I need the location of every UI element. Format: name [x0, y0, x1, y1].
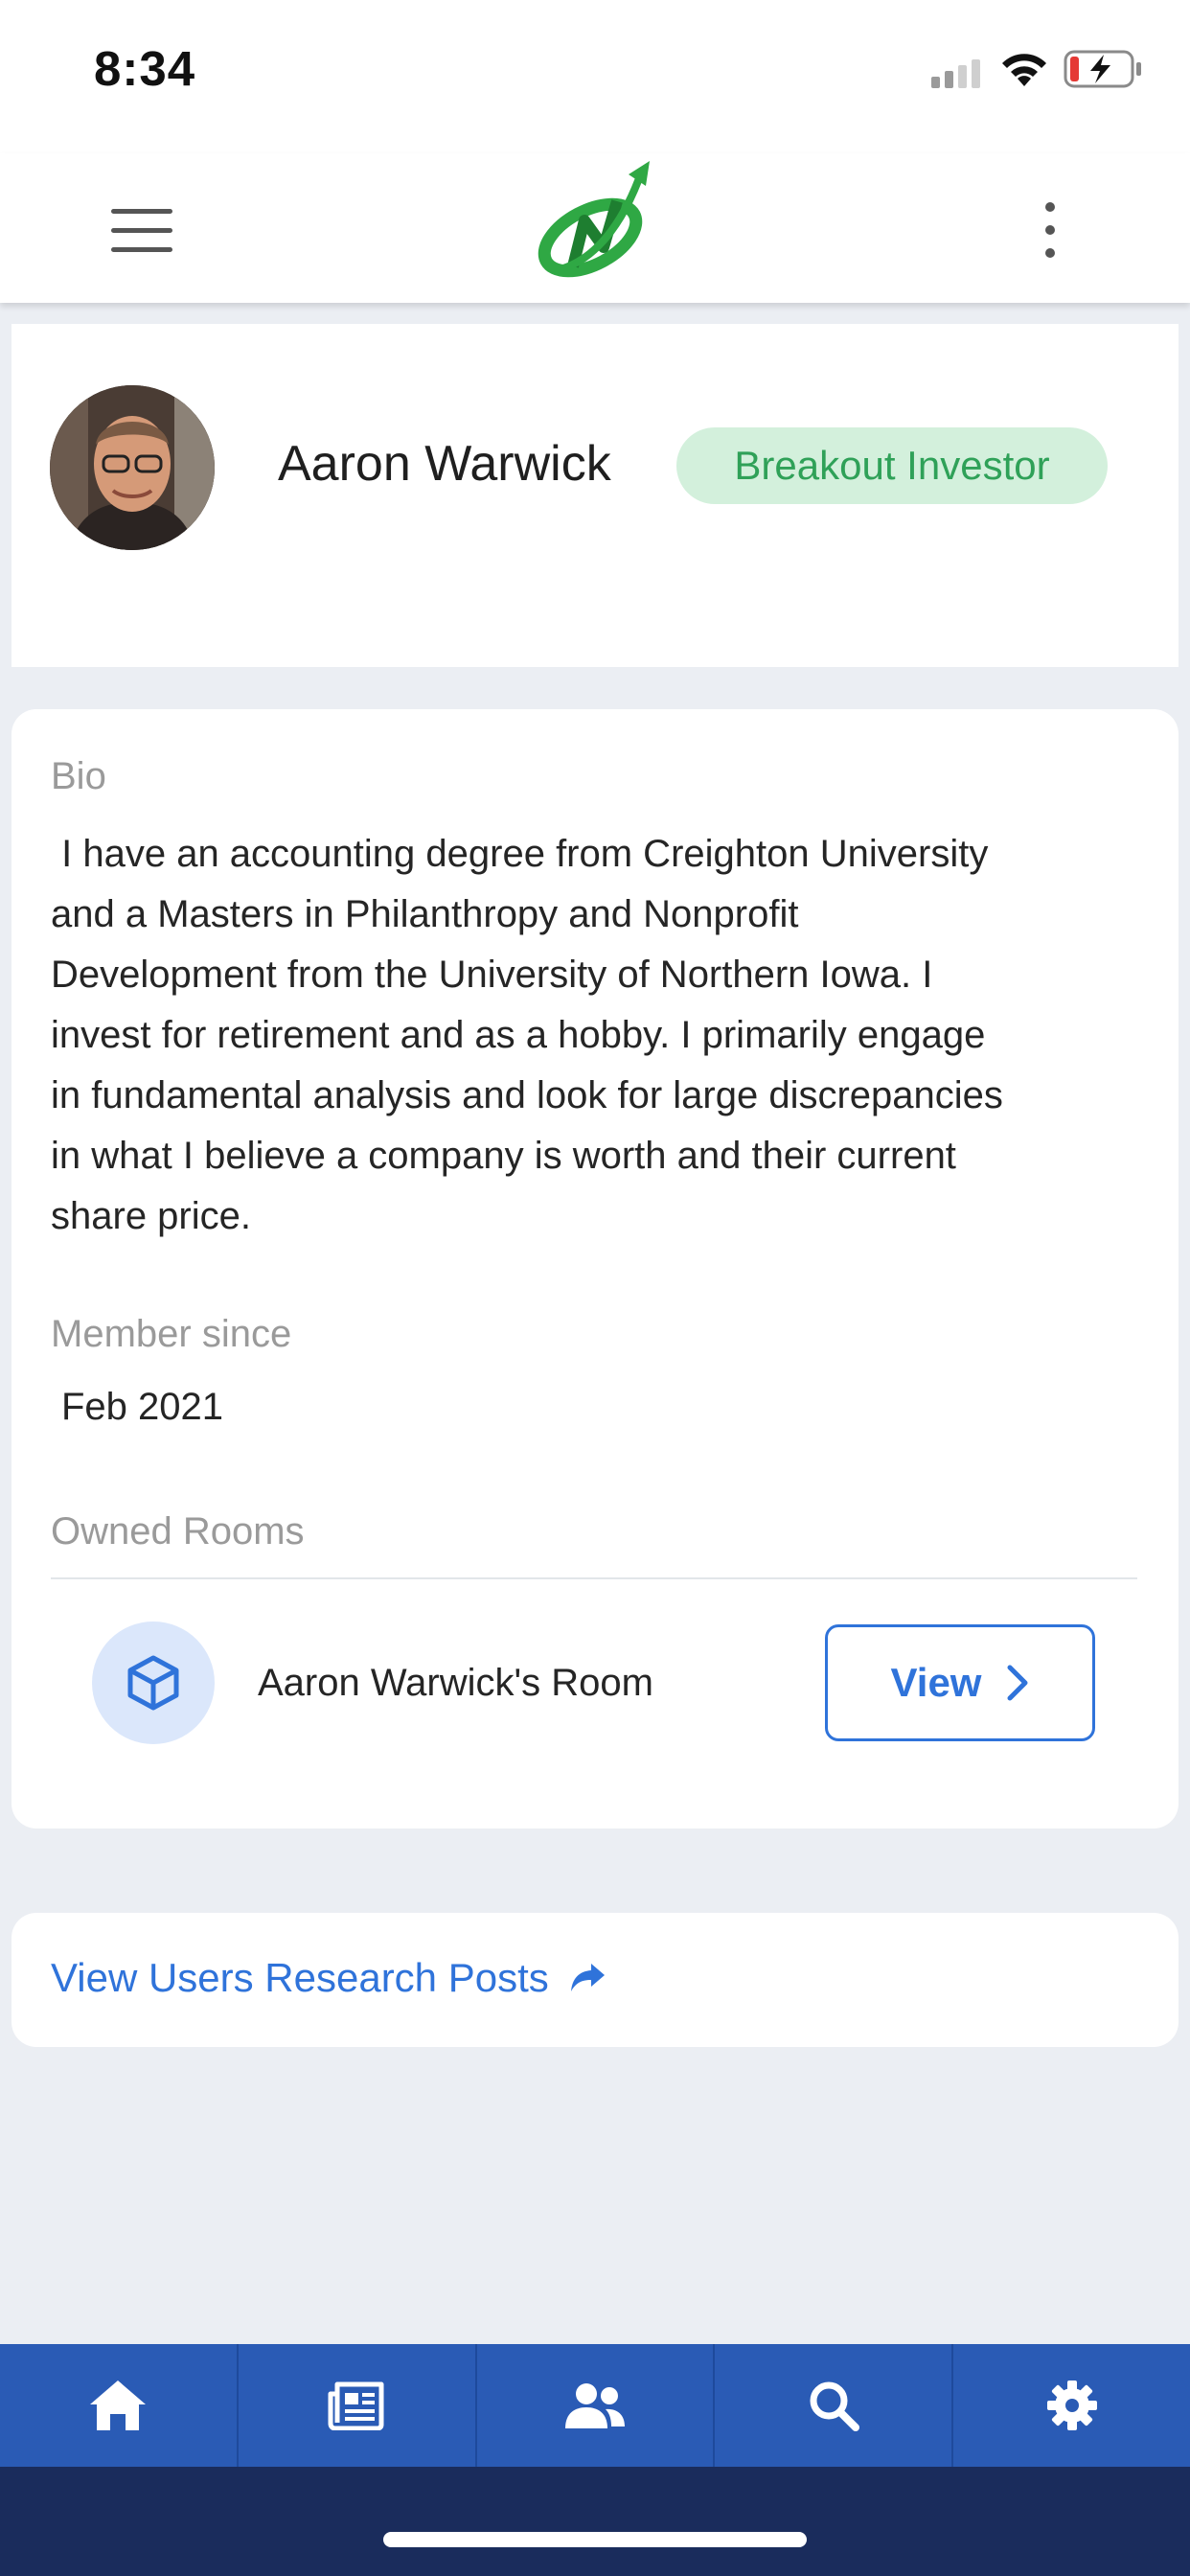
app-logo [538, 161, 650, 278]
bio-text: I have an accounting degree from Creight… [51, 833, 1003, 1237]
owned-rooms-label: Owned Rooms [51, 1510, 305, 1552]
profile-header-card: Aaron Warwick Breakout Investor [11, 324, 1179, 667]
member-since-label: Member since [51, 1313, 292, 1355]
status-time: 8:34 [94, 41, 196, 96]
divider [51, 1577, 1137, 1579]
bio-label: Bio [51, 755, 106, 797]
more-options-icon[interactable] [1021, 192, 1079, 268]
member-since-value: Feb 2021 [61, 1386, 224, 1428]
app-header [0, 153, 1190, 303]
tab-news[interactable] [236, 2344, 475, 2467]
bottom-tab-bar [0, 2344, 1190, 2467]
profile-info-card: Bio I have an accounting degree from Cre… [11, 709, 1179, 1828]
chevron-right-icon [1007, 1665, 1028, 1701]
battery-charging-icon [1064, 50, 1141, 88]
home-indicator-area [0, 2467, 1190, 2576]
share-arrow-icon [570, 1964, 605, 1991]
tab-search[interactable] [713, 2344, 951, 2467]
view-research-posts-label: View Users Research Posts [51, 1955, 549, 2000]
wifi-icon [1002, 54, 1046, 86]
investor-badge: Breakout Investor [676, 427, 1108, 504]
research-posts-card: View Users Research Posts [11, 1913, 1179, 2047]
profile-name: Aaron Warwick [278, 436, 611, 492]
view-room-button[interactable]: View [825, 1624, 1095, 1741]
tab-settings[interactable] [951, 2344, 1190, 2467]
view-room-button-label: View [890, 1660, 982, 1705]
room-name: Aaron Warwick's Room [258, 1662, 653, 1704]
hamburger-menu-icon[interactable] [103, 192, 180, 268]
home-indicator[interactable] [383, 2532, 807, 2547]
gear-icon [1046, 2380, 1097, 2430]
home-icon [90, 2380, 147, 2430]
cellular-signal-icon [931, 59, 980, 88]
search-icon [810, 2381, 859, 2431]
tab-users[interactable] [474, 2344, 714, 2467]
users-icon [564, 2383, 625, 2428]
newspaper-icon [328, 2381, 384, 2430]
view-research-posts-link[interactable]: View Users Research Posts [51, 1955, 606, 2001]
cube-icon [92, 1622, 215, 1744]
status-bar: 8:34 [0, 0, 1190, 153]
tab-home[interactable] [0, 2344, 237, 2467]
avatar [50, 385, 215, 550]
